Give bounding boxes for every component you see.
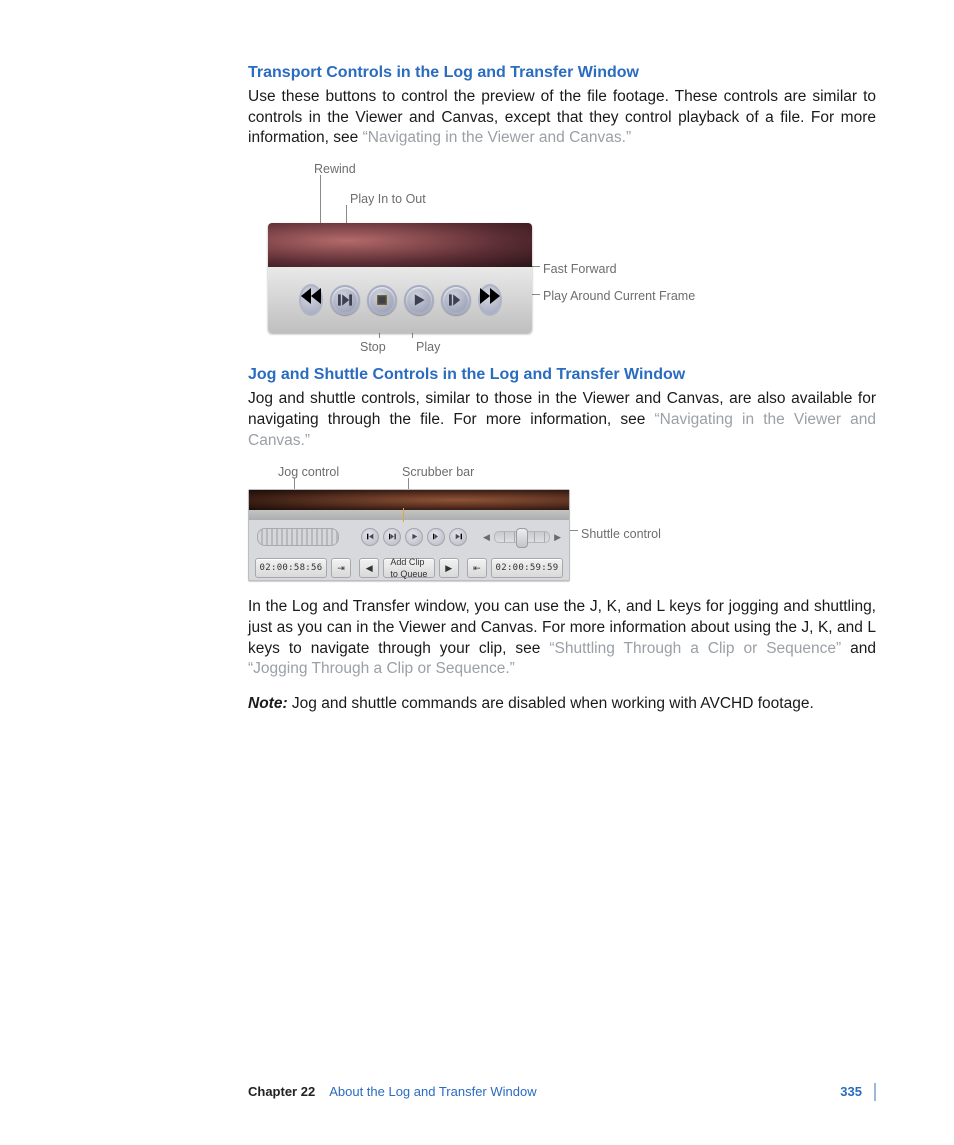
section1-heading: Transport Controls in the Log and Transf…	[248, 62, 876, 84]
go-to-in-button[interactable]	[361, 528, 379, 546]
out-timecode-field[interactable]: 02:00:59:59	[491, 558, 563, 578]
page-footer: Chapter 22 About the Log and Transfer Wi…	[248, 1083, 876, 1101]
shuttle-right-icon: ▶	[554, 531, 561, 543]
shuttle-left-icon: ◀	[483, 531, 490, 543]
label-play-around: Play Around Current Frame	[543, 289, 695, 303]
scrubber-bar[interactable]	[249, 510, 569, 520]
preview-strip	[249, 490, 569, 510]
section2-para: Jog and shuttle controls, similar to tho…	[248, 389, 876, 452]
section2-heading: Jog and Shuttle Controls in the Log and …	[248, 364, 876, 386]
fast-forward-button[interactable]	[478, 284, 502, 316]
xref-jogging[interactable]: “Jogging Through a Clip or Sequence.”	[248, 660, 515, 677]
label-play: Play	[416, 339, 440, 356]
prev-button[interactable]: ◀	[359, 558, 379, 578]
transport-panel	[268, 223, 532, 333]
shuttle-control[interactable]	[494, 531, 550, 543]
para-jkl-mid: and	[841, 640, 876, 657]
play-in-to-out-button-2[interactable]	[383, 528, 401, 546]
play-button[interactable]	[404, 285, 434, 315]
footer-page-number: 335	[828, 1083, 862, 1101]
section1-xref[interactable]: “Navigating in the Viewer and Canvas.”	[363, 129, 632, 146]
play-in-to-out-button[interactable]	[330, 285, 360, 315]
label-stop: Stop	[360, 339, 386, 356]
label-play-in-out: Play In to Out	[350, 191, 426, 208]
in-timecode-field[interactable]: 02:00:58:56	[255, 558, 327, 578]
play-around-button-2[interactable]	[427, 528, 445, 546]
transport-bar	[268, 267, 532, 333]
mark-out-button[interactable]: ⇤	[467, 558, 487, 578]
label-fast-forward: Fast Forward	[543, 261, 617, 278]
label-scrubber: Scrubber bar	[402, 464, 474, 481]
jog-shuttle-panel: ◀ ▶ 02:00:58:56 ⇥ ◀ Add Clip to Queue ▶ …	[248, 489, 570, 581]
go-to-out-button[interactable]	[449, 528, 467, 546]
section1-para: Use these buttons to control the preview…	[248, 87, 876, 150]
figure-jog-shuttle: Jog control Scrubber bar Shuttle control	[248, 464, 876, 579]
label-shuttle: Shuttle control	[581, 526, 661, 543]
jog-control[interactable]	[257, 528, 339, 546]
note-label: Note:	[248, 695, 288, 712]
footer-chapter: Chapter 22	[248, 1083, 315, 1101]
para-jkl: In the Log and Transfer window, you can …	[248, 597, 876, 681]
play-around-button[interactable]	[441, 285, 471, 315]
play-button-2[interactable]	[405, 528, 423, 546]
note-text: Jog and shuttle commands are disabled wh…	[288, 695, 814, 712]
xref-shuttling[interactable]: “Shuttling Through a Clip or Sequence”	[549, 640, 841, 657]
next-button[interactable]: ▶	[439, 558, 459, 578]
mark-in-button[interactable]: ⇥	[331, 558, 351, 578]
stop-button[interactable]	[367, 285, 397, 315]
rewind-button[interactable]	[299, 284, 323, 316]
preview-thumbnail	[268, 223, 532, 267]
label-jog: Jog control	[278, 464, 339, 481]
note-para: Note: Jog and shuttle commands are disab…	[248, 694, 876, 715]
figure-transport-controls: Rewind Play In to Out Fast Forward Play …	[248, 161, 876, 346]
footer-title: About the Log and Transfer Window	[329, 1083, 536, 1101]
add-clip-to-queue-button[interactable]: Add Clip to Queue	[383, 558, 434, 578]
